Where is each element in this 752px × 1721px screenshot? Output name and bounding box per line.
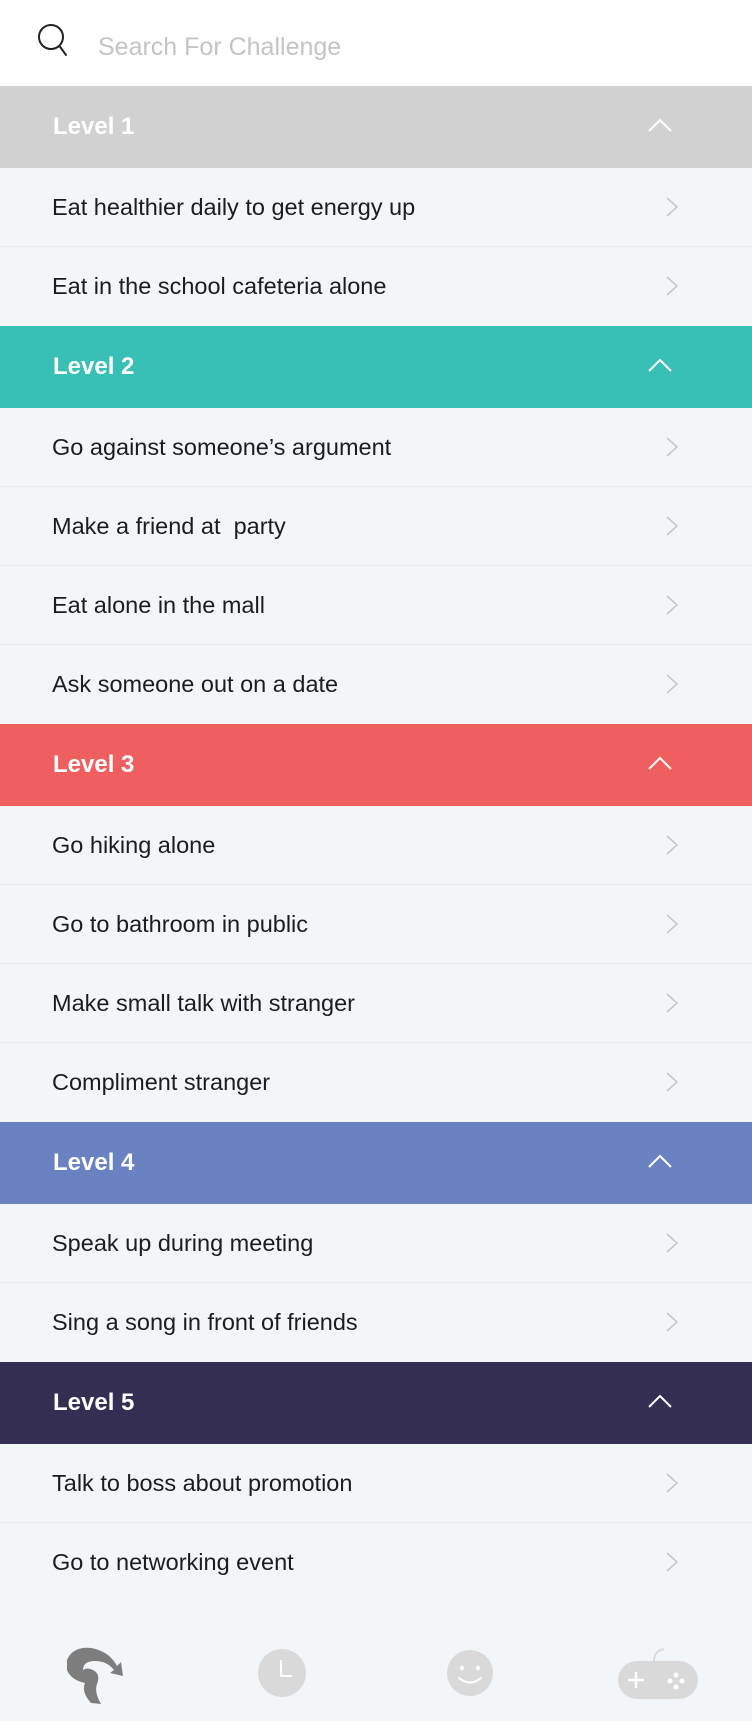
level-title: Level 1: [53, 113, 135, 140]
chevron-right-icon: [666, 276, 679, 296]
tab-challenges[interactable]: [0, 1625, 188, 1721]
level-header-3[interactable]: Level 3: [0, 724, 752, 806]
challenge-list-item[interactable]: Compliment stranger: [0, 1043, 752, 1122]
level-items: Go hiking alone Go to bathroom in public M…: [0, 806, 752, 1122]
challenge-label: Make a friend at party: [52, 512, 286, 539]
chevron-right-icon: [666, 1312, 679, 1332]
chevron-right-icon: [666, 516, 679, 536]
challenge-label: Go against someone’s argument: [52, 433, 392, 460]
challenge-list-item[interactable]: Eat alone in the mall: [0, 566, 752, 645]
level-section-2: Level 2 Go against someone’s argument Make…: [0, 326, 752, 724]
challenge-list-item[interactable]: Sing a song in front of friends: [0, 1283, 752, 1362]
level-section-4: Level 4 Speak up during meeting Sing a son…: [0, 1122, 752, 1362]
challenge-label: Ask someone out on a date: [52, 671, 339, 697]
challenge-list-item[interactable]: Go against someone’s argument: [0, 408, 752, 487]
search-icon[interactable]: [36, 22, 72, 62]
level-items: Speak up during meeting Sing a song in fr…: [0, 1204, 752, 1362]
challenge-label: Go hiking alone: [52, 831, 216, 858]
caret-up-icon[interactable]: [648, 358, 672, 372]
challenge-list-item[interactable]: Eat healthier daily to get energy up: [0, 168, 752, 247]
level-title: Level 3: [53, 751, 135, 778]
level-title: Level 4: [53, 1149, 135, 1176]
chevron-right-icon: [666, 993, 679, 1013]
level-header-4[interactable]: Level 4: [0, 1122, 752, 1204]
challenge-list-item[interactable]: Go hiking alone: [0, 806, 752, 885]
challenge-label: Eat in the school cafeteria alone: [52, 273, 387, 299]
level-header-5[interactable]: Level 5: [0, 1362, 752, 1444]
chevron-right-icon: [666, 1552, 679, 1572]
challenge-label: Eat alone in the mall: [52, 591, 265, 618]
chevron-right-icon: [666, 914, 679, 934]
challenge-list-item[interactable]: Speak up during meeting: [0, 1204, 752, 1283]
level-header-2[interactable]: Level 2: [0, 326, 752, 408]
challenge-label: Compliment stranger: [52, 1069, 271, 1095]
challenge-list-item[interactable]: Make small talk with stranger: [0, 964, 752, 1043]
challenge-label: Make small talk with stranger: [52, 989, 355, 1016]
challenge-list-item[interactable]: Eat in the school cafeteria alone: [0, 247, 752, 326]
level-section-5: Level 5 Talk to boss about promotion Go to…: [0, 1362, 752, 1602]
challenge-label: Speak up during meeting: [52, 1229, 314, 1256]
clock-icon: [258, 1649, 306, 1697]
challenge-list-item[interactable]: Talk to boss about promotion: [0, 1444, 752, 1523]
caret-up-icon[interactable]: [648, 118, 672, 132]
level-title: Level 2: [53, 353, 135, 380]
challenge-path-icon: [67, 1647, 123, 1704]
chevron-right-icon: [666, 437, 679, 457]
chevron-right-icon: [666, 835, 679, 855]
tab-mood[interactable]: [376, 1625, 564, 1721]
smiley-icon: [447, 1650, 493, 1696]
gamepad-icon: [618, 1648, 698, 1699]
chevron-right-icon: [666, 1473, 679, 1493]
caret-up-icon[interactable]: [648, 1154, 672, 1168]
challenge-label: Talk to boss about promotion: [52, 1469, 353, 1496]
chevron-right-icon: [666, 674, 679, 694]
challenge-list-item[interactable]: Ask someone out on a date: [0, 645, 752, 724]
level-header-1[interactable]: Level 1: [0, 86, 752, 168]
level-section-3: Level 3 Go hiking alone Go to bathroom in …: [0, 724, 752, 1122]
challenge-list-item[interactable]: Go to bathroom in public: [0, 885, 752, 964]
bottom-tab-bar: [0, 1625, 752, 1721]
challenge-label: Go to bathroom in public: [52, 910, 309, 937]
caret-up-icon[interactable]: [648, 756, 672, 770]
challenge-list-screen: Level 1 Eat healthier daily to get energy…: [0, 0, 752, 1721]
search-bar: [0, 0, 752, 86]
challenge-list-item[interactable]: Make a friend at party: [0, 487, 752, 566]
tab-history[interactable]: [188, 1625, 376, 1721]
level-items: Go against someone’s argument Make a frie…: [0, 408, 752, 724]
challenge-list-item[interactable]: Go to networking event: [0, 1523, 752, 1602]
tab-games[interactable]: [564, 1625, 752, 1721]
level-section-1: Level 1 Eat healthier daily to get energy…: [0, 86, 752, 326]
challenge-label: Eat healthier daily to get energy up: [52, 193, 416, 220]
chevron-right-icon: [666, 595, 679, 615]
challenge-level-list: Level 1 Eat healthier daily to get energy…: [0, 86, 752, 1602]
level-items: Talk to boss about promotion Go to networ…: [0, 1444, 752, 1602]
search-input[interactable]: [98, 24, 658, 70]
chevron-right-icon: [666, 1072, 679, 1092]
challenge-label: Sing a song in front of friends: [52, 1309, 358, 1335]
chevron-right-icon: [666, 197, 679, 217]
challenge-label: Go to networking event: [52, 1549, 294, 1575]
chevron-right-icon: [666, 1233, 679, 1253]
level-title: Level 5: [53, 1389, 135, 1416]
level-items: Eat healthier daily to get energy up Eat …: [0, 168, 752, 326]
caret-up-icon[interactable]: [648, 1394, 672, 1408]
